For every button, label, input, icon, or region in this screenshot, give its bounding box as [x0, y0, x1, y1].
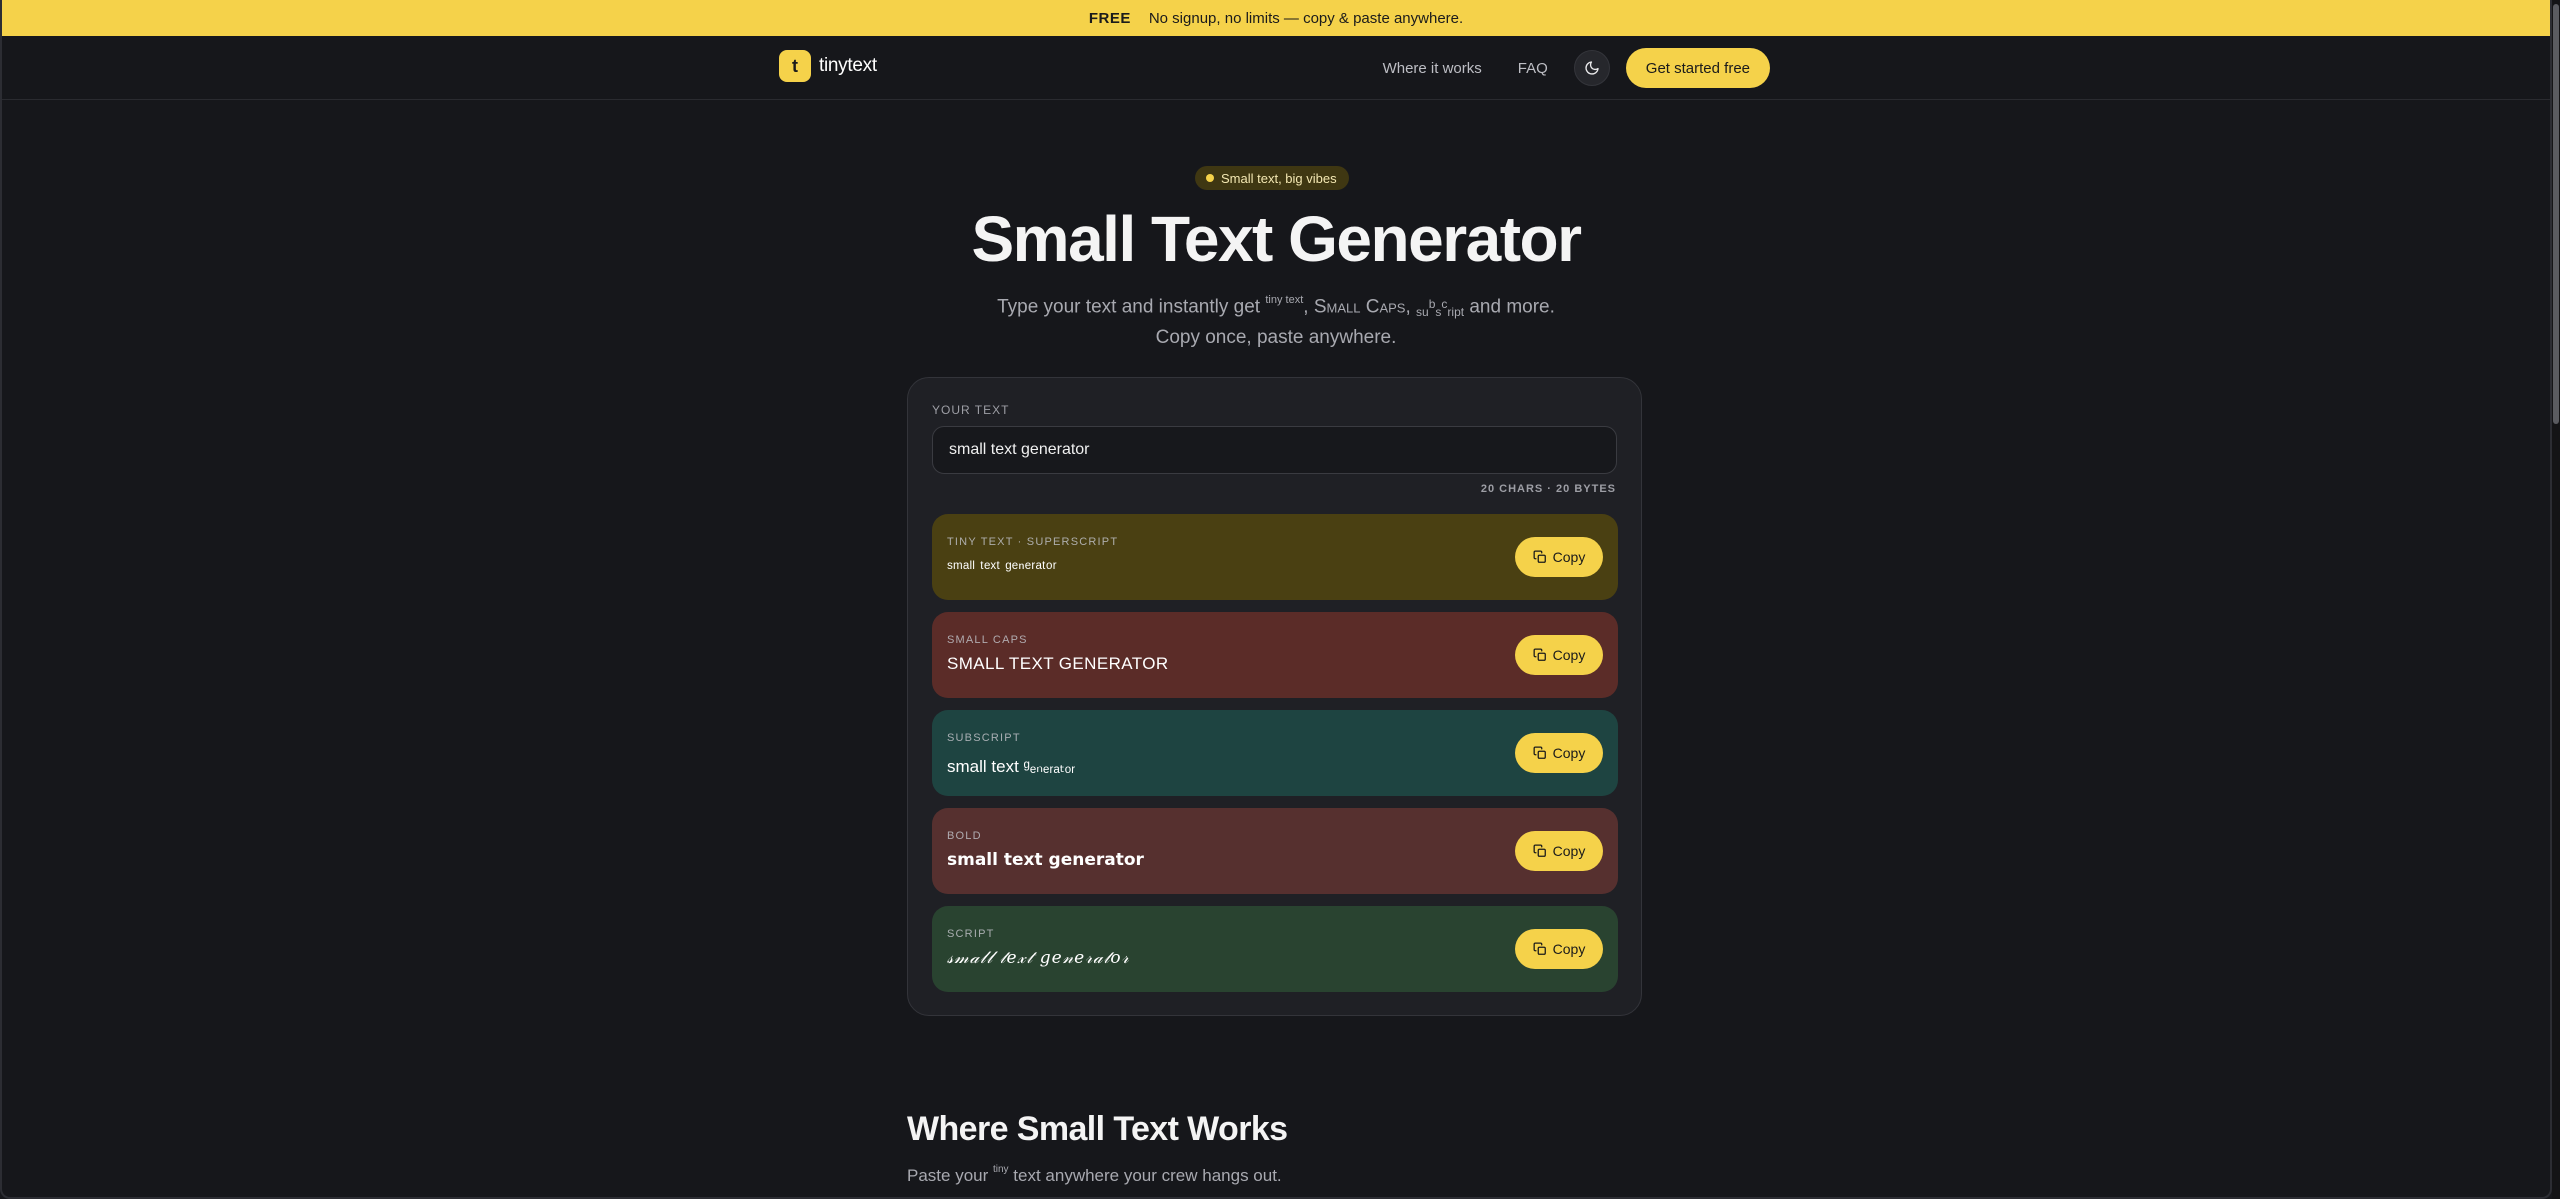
section-subtitle-where: Paste your tiny text anywhere your crew … — [907, 1164, 1282, 1186]
nav-link-where-it-works[interactable]: Where it works — [1383, 60, 1482, 77]
result-value: small text generator — [947, 850, 1144, 870]
copy-button-label: Copy — [1552, 647, 1586, 663]
badge-dot-icon — [1206, 174, 1214, 182]
result-label: SUBSCRIPT — [947, 732, 1021, 744]
copy-icon — [1533, 746, 1546, 759]
copy-button[interactable]: Copy — [1515, 831, 1603, 871]
text-input[interactable] — [932, 426, 1617, 474]
input-label: YOUR TEXT — [932, 403, 1010, 417]
hero-subtitle: Type your text and instantly get tiny te… — [0, 288, 2552, 352]
copy-button[interactable]: Copy — [1515, 733, 1603, 773]
announcement-bar: FREE No signup, no limits — copy & paste… — [0, 0, 2552, 36]
top-navbar: t tinytext Where it works FAQ Get starte… — [0, 36, 2552, 100]
scrollbar-thumb[interactable] — [2553, 4, 2559, 424]
copy-button-label: Copy — [1552, 941, 1586, 957]
where-sub-suffix: text anywhere your crew hangs out. — [1008, 1166, 1282, 1185]
copy-button-label: Copy — [1552, 745, 1586, 761]
result-label: SMALL CAPS — [947, 634, 1028, 646]
nav-links: Where it works FAQ Get started free — [1383, 48, 1770, 88]
copy-icon — [1533, 648, 1546, 661]
subtitle-sep2: , — [1405, 296, 1417, 318]
logo-mark: t — [779, 50, 811, 82]
result-subscript: SUBSCRIPT small text ᵍₑₙₑᵣₐₜₒᵣ Copy — [932, 710, 1618, 796]
where-sub-prefix: Paste your — [907, 1166, 993, 1185]
subtitle-sub-letter: u — [1422, 305, 1429, 320]
copy-icon — [1533, 844, 1546, 857]
get-started-button[interactable]: Get started free — [1625, 48, 1770, 88]
theme-toggle-button[interactable] — [1573, 50, 1610, 86]
brand-name: tinytext — [819, 55, 877, 76]
copy-button-label: Copy — [1552, 843, 1586, 859]
brand-logo[interactable]: t tinytext — [779, 50, 877, 82]
result-tiny-text: TINY TEXT · SUPERSCRIPT ˢᵐᵃˡˡ ᵗᵉˣᵗ ᵍᵉⁿᵉʳ… — [932, 514, 1618, 600]
copy-button[interactable]: Copy — [1515, 635, 1603, 675]
subtitle-small-caps-example: Small Caps — [1313, 296, 1406, 318]
result-value: 𝓈𝓂𝒶𝓁𝓁 𝓉𝑒𝓍𝓉 𝑔𝑒𝓃𝑒𝓇𝒶𝓉𝑜𝓇 — [947, 948, 1130, 968]
where-sub-tiny: tiny — [993, 1164, 1009, 1176]
copy-icon — [1533, 550, 1546, 563]
page-scrollbar[interactable] — [2552, 0, 2560, 1199]
result-label: TINY TEXT · SUPERSCRIPT — [947, 536, 1119, 548]
moon-icon — [1585, 61, 1599, 75]
result-bold: BOLD small text generator Copy — [932, 808, 1618, 894]
subtitle-suffix: and more. — [1464, 296, 1555, 318]
result-value: SMALL TEXT GENERATOR — [947, 654, 1169, 673]
announcement-text: No signup, no limits — copy & paste anyw… — [1148, 9, 1464, 27]
subtitle-prefix: Type your text and instantly get — [997, 296, 1266, 318]
hero-badge: Small text, big vibes — [1195, 166, 1349, 190]
page-title: Small Text Generator — [971, 203, 1582, 275]
announcement-badge: FREE — [1088, 9, 1131, 27]
hero-subtitle-line2: Copy once, paste anywhere. — [1155, 327, 1397, 349]
result-label: BOLD — [947, 830, 982, 842]
result-label: SCRIPT — [947, 928, 995, 940]
result-script: SCRIPT 𝓈𝓂𝒶𝓁𝓁 𝓉𝑒𝓍𝓉 𝑔𝑒𝓃𝑒𝓇𝒶𝓉𝑜𝓇 Copy — [932, 906, 1618, 992]
copy-button[interactable]: Copy — [1515, 929, 1603, 969]
section-title-where: Where Small Text Works — [907, 1110, 1288, 1148]
result-value: ˢᵐᵃˡˡ ᵗᵉˣᵗ ᵍᵉⁿᵉʳᵃᵗᵒʳ — [947, 558, 1057, 577]
copy-button-label: Copy — [1552, 549, 1586, 565]
subtitle-sep1: , — [1303, 296, 1314, 318]
subtitle-tiny-example: tiny text — [1265, 294, 1304, 306]
result-small-caps: SMALL CAPS SMALL TEXT GENERATOR Copy — [932, 612, 1618, 698]
hero-subtitle-line1: Type your text and instantly get tiny te… — [0, 288, 2552, 323]
nav-link-faq[interactable]: FAQ — [1518, 60, 1548, 77]
char-counter: 20 CHARS · 20 BYTES — [1480, 483, 1616, 495]
subtitle-sub-letter: ript — [1447, 305, 1465, 320]
result-value: small text ᵍₑₙₑᵣₐₜₒᵣ — [947, 757, 1076, 776]
generator-card: YOUR TEXT 20 CHARS · 20 BYTES TINY TEXT … — [907, 377, 1642, 1016]
copy-button[interactable]: Copy — [1515, 537, 1603, 577]
copy-icon — [1533, 942, 1546, 955]
hero-badge-text: Small text, big vibes — [1221, 170, 1337, 186]
